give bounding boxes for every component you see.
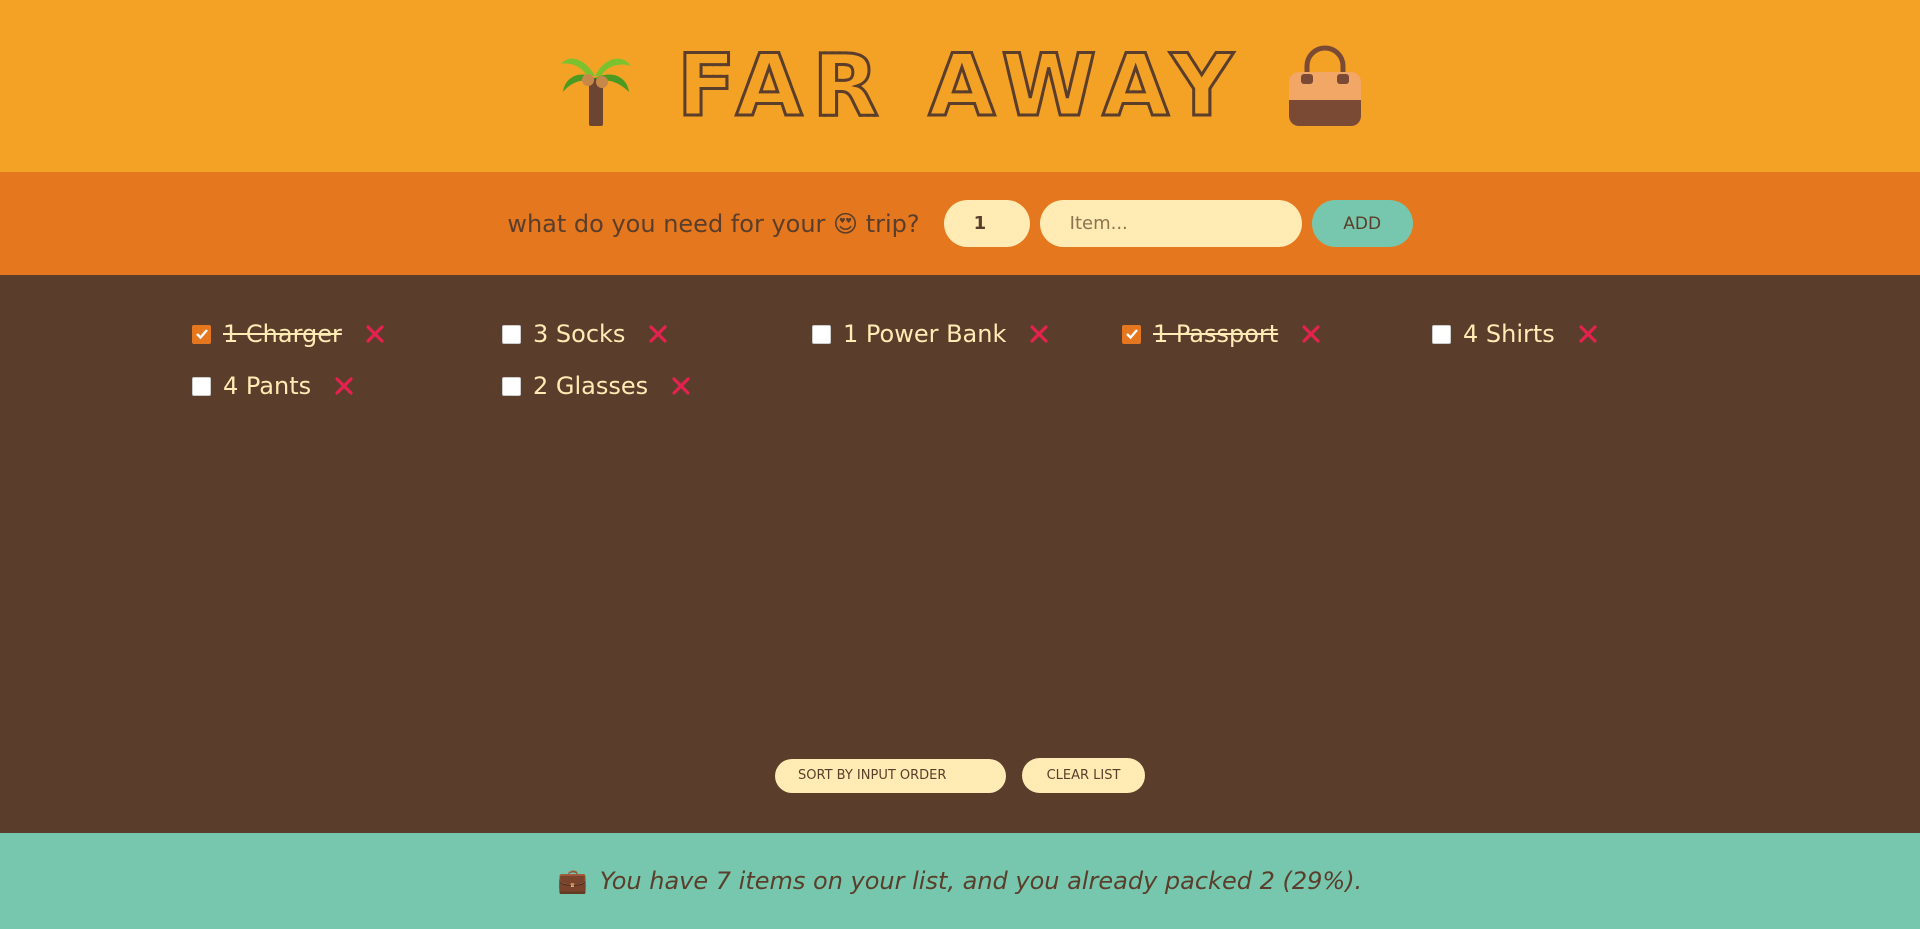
list-item: 3 Socks xyxy=(502,318,812,350)
item-label: 3 Socks xyxy=(533,320,626,348)
app-header: FAR AWAY xyxy=(0,0,1920,172)
stats-text: You have 7 items on your list, and you a… xyxy=(599,867,1363,895)
list-item: 2 Glasses xyxy=(502,370,812,402)
packed-checkbox[interactable] xyxy=(502,376,521,396)
delete-item-button[interactable] xyxy=(333,375,355,397)
list-item: 4 Pants xyxy=(192,370,502,402)
item-label: 4 Pants xyxy=(223,372,312,400)
delete-item-button[interactable] xyxy=(670,375,692,397)
briefcase-icon: 💼 xyxy=(557,867,588,895)
close-icon xyxy=(1302,325,1320,343)
list-item: 4 Shirts xyxy=(1432,318,1742,350)
item-label: 1 Passport xyxy=(1153,320,1279,348)
form-prompt-before: what do you need for your xyxy=(507,209,826,238)
item-label: 1 Charger xyxy=(223,320,342,348)
delete-item-button[interactable] xyxy=(1300,323,1322,345)
close-icon xyxy=(649,325,668,343)
delete-item-button[interactable] xyxy=(647,323,669,345)
packed-checkbox[interactable] xyxy=(1432,324,1451,344)
packed-checkbox[interactable] xyxy=(192,376,211,396)
close-icon xyxy=(366,325,384,343)
add-button[interactable]: ADD xyxy=(1311,200,1413,247)
checkmark-icon xyxy=(1125,329,1138,340)
quantity-select[interactable] xyxy=(943,200,1030,247)
list-actions: SORT BY INPUT ORDER CLEAR LIST xyxy=(775,758,1145,793)
form-prompt-after: trip? xyxy=(865,209,920,238)
list-item: 1 Passport xyxy=(1122,318,1432,350)
close-icon xyxy=(1579,325,1597,343)
delete-item-button[interactable] xyxy=(1577,323,1599,345)
packed-checkbox[interactable] xyxy=(812,324,831,344)
checkmark-icon xyxy=(195,329,208,340)
packing-list: 1 Charger 3 Socks 1 Power Bank 1 Passport 4 … xyxy=(0,275,1920,833)
list-item: 1 Charger xyxy=(192,318,502,350)
item-label: 2 Glasses xyxy=(533,372,649,400)
delete-item-button[interactable] xyxy=(1028,323,1050,345)
close-icon xyxy=(1030,325,1048,343)
form-prompt: what do you need for your 😍 trip? xyxy=(507,210,919,238)
clear-list-button[interactable]: CLEAR LIST xyxy=(1022,758,1145,793)
heart-eyes-emoji-icon: 😍 xyxy=(833,209,859,238)
logo: FAR AWAY xyxy=(557,36,1363,136)
app-title: FAR AWAY xyxy=(676,36,1243,136)
add-item-form: what do you need for your 😍 trip? ADD xyxy=(0,172,1920,275)
stats-footer: 💼 You have 7 items on your list, and you… xyxy=(0,833,1920,929)
delete-item-button[interactable] xyxy=(364,323,386,345)
packed-checkbox[interactable] xyxy=(192,324,211,344)
sort-select[interactable]: SORT BY INPUT ORDER xyxy=(775,758,1006,793)
item-label: 4 Shirts xyxy=(1463,320,1555,348)
palm-tree-icon xyxy=(561,58,632,126)
travel-bag-icon xyxy=(1288,45,1361,126)
packed-checkbox[interactable] xyxy=(1122,324,1141,344)
packed-checkbox[interactable] xyxy=(502,324,521,344)
item-label: 1 Power Bank xyxy=(843,320,1007,348)
item-list: 1 Charger 3 Socks 1 Power Bank 1 Passport 4 … xyxy=(192,318,1742,402)
close-icon xyxy=(335,377,353,395)
list-item: 1 Power Bank xyxy=(812,318,1122,350)
close-icon xyxy=(672,377,690,395)
item-input[interactable] xyxy=(1039,200,1302,247)
